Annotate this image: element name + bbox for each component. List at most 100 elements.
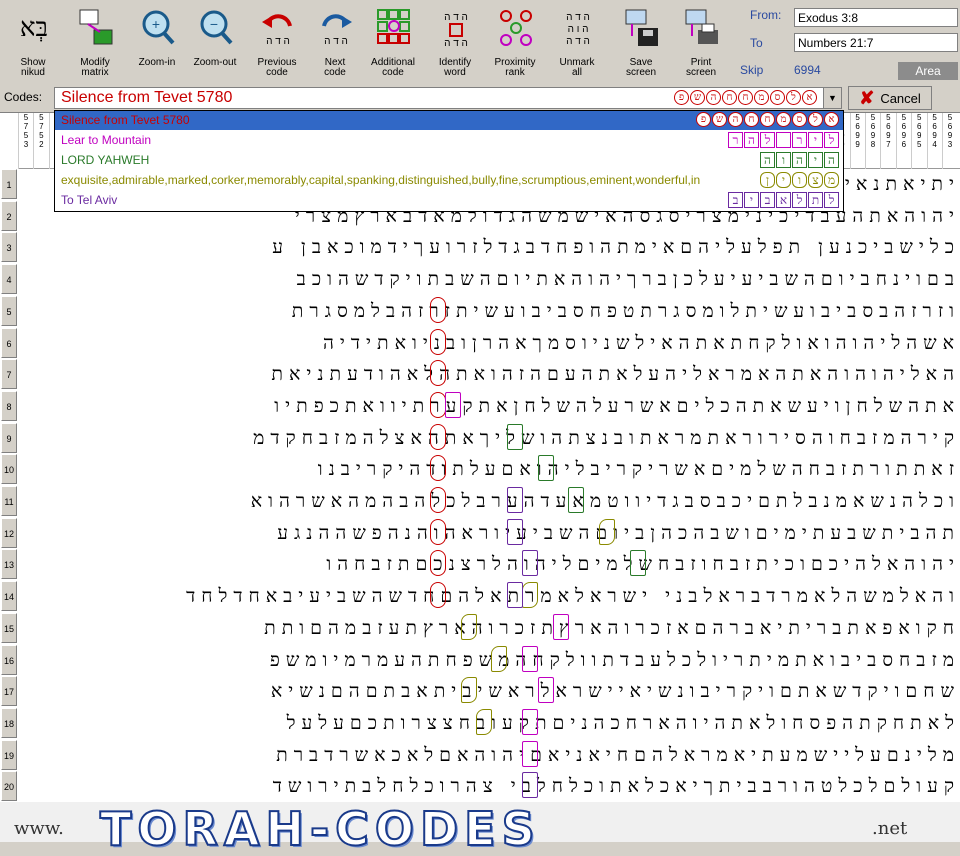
row-header: 8 [1,390,17,421]
to-field[interactable]: Numbers 21:7 [794,33,958,52]
toolbar-button-label: Modify matrix [80,57,110,78]
zoom-out-button[interactable]: − Zoom-out [186,2,244,80]
identify-word-button[interactable]: ה ד ה ה ד ה Identify word [426,2,484,80]
row-header: 13 [1,549,17,580]
code-letter: ה [824,152,839,168]
code-letter: י [808,152,823,168]
matrix-row[interactable]: חקואפאתבריתיאברהםאזכרוהארץתזכרוהארץתעזבמ… [20,613,960,644]
zoom-in-button[interactable]: + Zoom-in [128,2,186,80]
row-headers: 1 2 3 4 5 6 7 8 9 10 11 12 13 14 15 16 17 18 19 20 [0,169,18,803]
code-letter: ל [824,132,839,148]
matrix-row[interactable]: מזבחסביבואתמיתריולכלעבדתוולקחהמשפחתהעמרמ… [20,645,960,676]
highlight-mark [568,487,585,513]
proximity-button[interactable]: Proximity rank [486,2,544,80]
matrix-row[interactable]: כלישביכנען תפלעליהםאימתהופחדבגדלזרועךידמ… [20,232,960,263]
matrix-row[interactable]: בםוינחביוםהשביעיעלכןברךיהוהאתיוםהשבתויקד… [20,264,960,295]
highlight-mark [522,740,539,767]
highlight-mark [429,550,446,577]
matrix-row[interactable]: מלינםעליישמעתיאמראלהםחיאניאםיהוהאםלאכאשר… [20,740,960,771]
codes-list-item[interactable]: Silence from Tevet 5780 א ל ס מ ח ח ה ש פ [55,111,843,130]
highlight-mark [429,423,446,450]
codes-list-item[interactable]: LORD YAHWEH ה י ה ו ה [55,151,843,170]
matrix-row[interactable]: שחםויקדשאתםויקריבונשיאיישראלראשיביתאבתםה… [20,676,960,707]
matrix-button[interactable]: Modify matrix [66,2,124,80]
from-field[interactable]: Exodus 3:8 [794,8,958,27]
previous-code-button[interactable]: ה ד ה Previous code [248,2,306,80]
footer-www: www. [14,818,64,839]
row-header: 2 [1,200,17,231]
toolbar-button-label: Proximity rank [494,57,536,78]
highlight-mark [429,296,446,323]
next-code-button[interactable]: ה ד ה Next code [306,2,364,80]
highlight-mark [460,677,477,704]
toolbar-button-label: Previous code [257,57,297,78]
matrix-row[interactable]: אשהליהוהואולקחתאתהאילשניוסמךאהרןובניואתי… [20,328,960,359]
from-label: From: [750,8,782,22]
toolbar-button-label: Print screen [685,57,716,78]
matrix-row[interactable]: תהביתשבעתימיםושבהכהןביוםהשביעיוראהוהנהפש… [20,518,960,549]
row-header: 9 [1,422,17,453]
code-letters: מצוין [760,172,839,188]
highlight-mark [429,328,446,355]
area-button[interactable]: Area [898,62,958,80]
range-panel: From: Exodus 3:8 To Numbers 21:7 Skip 69… [736,2,960,82]
unmark-button[interactable]: ה ד הה ו הה ד ה Unmark all [548,2,606,80]
highlight-mark [599,518,616,545]
codes-dropdown-list[interactable]: Silence from Tevet 5780 א ל ס מ ח ח ה ש פ Lear to … [54,110,844,212]
matrix-icon [78,6,114,50]
codes-list-item[interactable]: Lear to Mountain ל י ר להר [55,131,843,150]
code-letters: לתלאביב [728,192,839,208]
footer-net: .net [872,818,908,839]
matrix-row[interactable]: קירהמזבחוהסירוראתמראתובנצתהושליךאתהאצלהמ… [20,423,960,454]
column-header: 5 6 9 9 [849,113,865,169]
highlight-mark [429,582,446,609]
matrix-row[interactable]: והאלמשהלאמרדבראלבני ישראלאמרתאלהםחדשהשבי… [20,581,960,612]
previous-code-icon: ה ד ה [260,6,296,50]
matrix-row[interactable]: האליהוהוהאתהאמראליהעלאתהעםהזהואתהלאהודעת… [20,359,960,390]
matrix-grid: 5 7 5 35 7 5 25 7 5 15 7 5 05 7 4 95 7 4… [0,112,960,802]
code-letter: ח [738,90,753,105]
highlight-mark [537,455,554,482]
highlight-mark [429,360,446,387]
code-letter: ל [824,192,839,208]
code-letter: ב [728,192,743,208]
matrix-row[interactable]: זאתתורתזבחהשלמיםאשריקריבליהואםעלתודהיקרי… [20,454,960,485]
highlight-mark [460,613,477,640]
chevron-down-icon[interactable]: ▼ [823,88,841,108]
additional-code-button[interactable]: Additional code [364,2,422,80]
row-header: 6 [1,327,17,358]
column-header: 5 7 5 2 [33,113,48,169]
matrix-row[interactable]: יהוהאלהיכםוכיתזבחוזבחשלמיםליהוהלרצנכםתזב… [20,549,960,580]
highlight-mark [429,487,446,513]
unmark-icon: ה ד הה ו הה ד ה [560,6,596,50]
save-button[interactable]: Save screen [612,2,670,80]
row-header: 4 [1,264,17,295]
matrix-row[interactable]: אתהשלחןויעשאתהכליםאשרעלהשלחןאתקערתיוואתכ… [20,391,960,422]
code-letter: ח [744,112,759,127]
matrix-row[interactable]: קעולםלכלטהורבביתךיאכלאתוכלחלבי צהרוכלחלב… [20,771,960,802]
row-header: 1 [1,169,17,199]
cancel-button[interactable]: ✘ Cancel [848,86,932,110]
toolbar-button-label: Save screen [625,57,656,78]
code-letter: י [744,192,759,208]
matrix-row[interactable]: וזרזהבסביבועשיתלומסגרתטפחסביבועשיתזרזהבל… [20,296,960,327]
highlight-mark [522,708,539,735]
nikud-button[interactable]: בְּא Show nikud [4,2,62,80]
svg-text:ה ד ה: ה ד ה [324,36,348,47]
code-letter: צ [808,172,823,188]
codes-list-item[interactable]: exquisite,admirable,marked,corker,memora… [55,171,843,190]
code-letter: ל [786,90,801,105]
code-letter: ל [760,132,775,148]
proximity-icon [498,6,534,50]
print-button[interactable]: Print screen [672,2,730,80]
code-letter: פ [696,112,711,127]
code-letter: י [776,172,791,188]
highlight-mark [537,677,554,704]
code-letter [776,132,791,148]
matrix-row[interactable]: וכלהנשאמנבלתםיכבסבגדיווטמאעדהערבלכלהבהמה… [20,486,960,517]
codes-select[interactable]: Silence from Tevet 5780 אלסמחחהשפ ▼ [54,87,842,109]
code-letter: מ [776,112,791,127]
svg-text:בְּא: בְּא [20,13,48,43]
codes-list-item[interactable]: To Tel Aviv ל ת ל א ב י ב [55,191,843,210]
svg-text:+: + [152,16,160,32]
